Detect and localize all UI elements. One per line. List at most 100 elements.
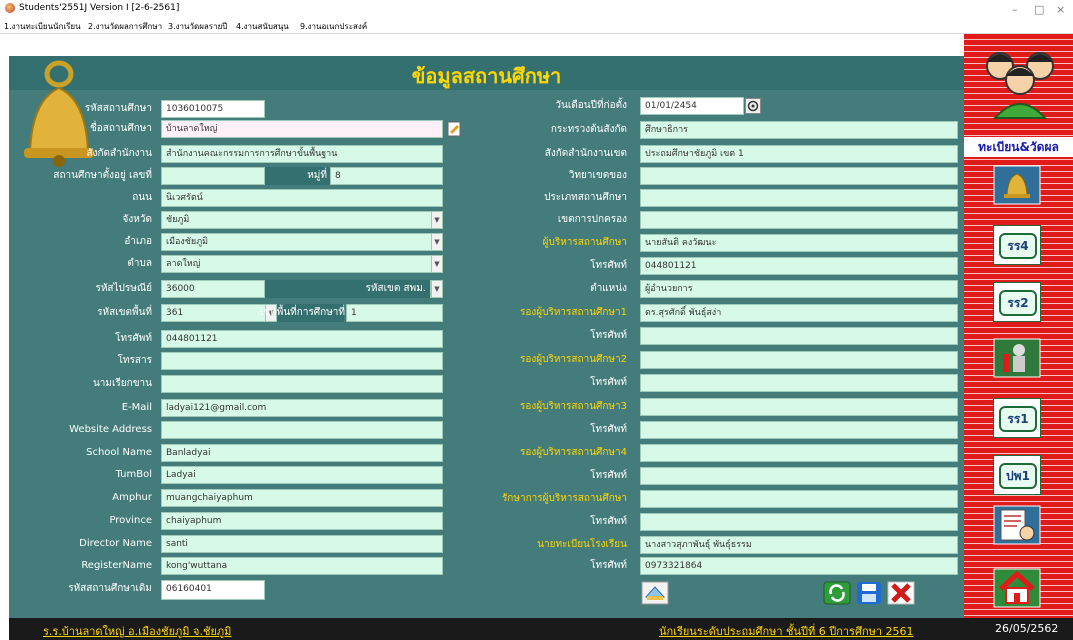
status-level: นักเรียนระดับประถมศึกษา ชั้นปีที่ 6 ปีกา… xyxy=(659,625,914,638)
deputy4-phone-label: โทรศัพท์ xyxy=(590,470,627,481)
acting-field[interactable] xyxy=(640,490,958,508)
email-field[interactable]: ladyai121@gmail.com xyxy=(161,399,443,417)
website-field[interactable] xyxy=(161,421,443,439)
amphur-en-field[interactable]: muangchaiyaphum xyxy=(161,489,443,507)
deputy2-label: รองผู้บริหารสถานศึกษา2 xyxy=(520,354,627,365)
report-card-icon[interactable] xyxy=(993,505,1041,545)
deputy3-phone-field[interactable] xyxy=(640,421,958,439)
pp1-button[interactable]: ปพ1 xyxy=(993,455,1041,495)
deputy3-phone-label: โทรศัพท์ xyxy=(590,424,627,435)
nickname-field[interactable] xyxy=(161,375,443,393)
registrar-phone-field[interactable]: 0973321864 xyxy=(640,557,958,575)
menu-measurement[interactable]: 2.งานวัดผลการศึกษา xyxy=(88,20,162,33)
founded-label: วันเดือนปีที่ก่อตั้ง xyxy=(555,100,627,111)
district-th-select[interactable]: เมืองชัยภูมิ ▼ xyxy=(161,233,443,251)
person-info-icon[interactable] xyxy=(993,338,1041,378)
position-field[interactable]: ผู้อำนวยการ xyxy=(640,280,958,298)
area-code-label: รหัสเขตพื้นที่ xyxy=(97,307,152,318)
app-icon xyxy=(5,3,15,13)
save-icon[interactable] xyxy=(855,581,883,605)
director-en-field[interactable]: santi xyxy=(161,535,443,553)
home-icon[interactable] xyxy=(993,568,1041,608)
deputy4-label: รองผู้บริหารสถานศึกษา4 xyxy=(520,447,627,458)
old-code-field[interactable]: 06160401 xyxy=(161,580,265,600)
school-type-field[interactable] xyxy=(640,189,958,207)
rr4-label: รร4 xyxy=(1007,239,1029,253)
fax-field[interactable] xyxy=(161,352,443,370)
refresh-icon[interactable] xyxy=(823,581,851,605)
postcode-field[interactable]: 36000 xyxy=(161,280,265,298)
area-office-field[interactable]: ประถมศึกษาชัยภูมิ เขต 1 xyxy=(640,145,958,163)
rr2-button[interactable]: รร2 xyxy=(993,282,1041,322)
deputy4-field[interactable] xyxy=(640,444,958,462)
registrar-label: นายทะเบียนโรงเรียน xyxy=(537,539,627,550)
deputy1-phone-field[interactable] xyxy=(640,327,958,345)
status-date: 26/05/2562 xyxy=(995,622,1059,635)
deputy2-field[interactable] xyxy=(640,351,958,369)
school-name-en-label: School Name xyxy=(86,447,152,458)
bell-button-icon[interactable] xyxy=(993,165,1041,205)
road-field[interactable]: นิเวศรัตน์ xyxy=(161,189,443,207)
school-name-en-field[interactable]: Banladyai xyxy=(161,444,443,462)
subdistrict-th-value: ลาดใหญ่ xyxy=(166,259,201,269)
school-name-field[interactable]: บ้านลาดใหญ่ xyxy=(161,120,443,138)
acting-phone-field[interactable] xyxy=(640,513,958,531)
email-label: E-Mail xyxy=(121,402,152,413)
rr1-button[interactable]: รร1 xyxy=(993,398,1041,438)
calendar-icon[interactable] xyxy=(745,98,761,114)
title-bar: Students'2551J Version I [2-6-2561] – □ … xyxy=(0,0,1073,18)
deputy3-field[interactable] xyxy=(640,398,958,416)
ministry-field[interactable]: ศึกษาธิการ xyxy=(640,121,958,139)
old-code-label: รหัสสถานศึกษาเดิม xyxy=(68,583,152,594)
acting-label: รักษาการผู้บริหารสถานศึกษา xyxy=(501,493,627,504)
school-type-label: ประเภทสถานศึกษา xyxy=(544,192,627,203)
phone-field[interactable]: 044801121 xyxy=(161,330,443,348)
admin-zone-field[interactable] xyxy=(640,211,958,229)
deputy1-phone-label: โทรศัพท์ xyxy=(590,330,627,341)
minimize-button[interactable]: – xyxy=(1012,3,1018,16)
menu-registration[interactable]: 1.งานทะเบียนนักเรียน xyxy=(4,20,81,33)
position-label: ตำแหน่ง xyxy=(590,283,627,294)
deputy2-phone-field[interactable] xyxy=(640,374,958,392)
menu-support[interactable]: 4.งานสนับสนุน xyxy=(236,20,289,33)
menu-yearly[interactable]: 3.งานวัดผลรายปี xyxy=(168,20,227,33)
rr4-button[interactable]: รร4 xyxy=(993,225,1041,265)
cancel-icon[interactable] xyxy=(887,581,915,605)
chevron-down-icon[interactable]: ▼ xyxy=(431,234,442,250)
registrar-field[interactable]: นางสาวสุภาพันธุ์ พันธุ์ธรรม xyxy=(640,536,958,554)
edu-area-label: เขตพื้นที่การศึกษาที่ xyxy=(260,307,346,318)
subdistrict-th-select[interactable]: ลาดใหญ่ ▼ xyxy=(161,255,443,273)
district-th-label: อำเภอ xyxy=(124,236,152,247)
deputy1-field[interactable]: ดร.สุรศักดิ์ พันธุ์สง่า xyxy=(640,304,958,322)
chevron-down-icon[interactable]: ▼ xyxy=(431,212,442,228)
maximize-button[interactable]: □ xyxy=(1034,3,1044,16)
nickname-label: นามเรียกขาน xyxy=(92,378,152,389)
director-en-label: Director Name xyxy=(79,538,152,549)
rr1-label: รร1 xyxy=(1007,412,1029,426)
province-en-field[interactable]: chaiyaphum xyxy=(161,512,443,530)
school-code-field[interactable]: 1036010075 xyxy=(161,100,265,118)
province-th-select[interactable]: ชัยภูมิ ▼ xyxy=(161,211,443,229)
form-title: ข้อมูลสถานศึกษา xyxy=(411,64,562,88)
director-phone-field[interactable]: 044801121 xyxy=(640,257,958,275)
address-no-field[interactable] xyxy=(161,167,265,185)
deputy4-phone-field[interactable] xyxy=(640,467,958,485)
tumbol-en-field[interactable]: Ladyai xyxy=(161,466,443,484)
chevron-down-icon[interactable]: ▼ xyxy=(431,256,442,272)
edu-area-field[interactable]: 1 xyxy=(346,304,443,322)
moo-label: หมู่ที่ xyxy=(307,170,327,181)
director-field[interactable]: นายสันติ คงวัฒนะ xyxy=(640,234,958,252)
envelope-icon[interactable] xyxy=(641,581,669,605)
moo-field[interactable]: 8 xyxy=(330,167,443,185)
affiliation-field[interactable]: สำนักงานคณะกรรมการการศึกษาขั้นพื้นฐาน xyxy=(161,145,443,163)
founded-field[interactable]: 01/01/2454 xyxy=(640,97,744,115)
menu-bar: 1.งานทะเบียนนักเรียน 2.งานวัดผลการศึกษา … xyxy=(0,18,1073,34)
close-button[interactable]: × xyxy=(1056,3,1065,16)
menu-misc[interactable]: 9.งานอเนกประสงค์ xyxy=(300,20,367,33)
spm-code-select[interactable]: ▼ xyxy=(430,280,443,298)
register-en-field[interactable]: kong'wuttana xyxy=(161,557,443,575)
admin-zone-label: เขตการปกครอง xyxy=(557,214,627,225)
area-of-field[interactable] xyxy=(640,167,958,185)
province-th-value: ชัยภูมิ xyxy=(166,215,190,225)
chevron-down-icon[interactable]: ▼ xyxy=(431,281,442,297)
